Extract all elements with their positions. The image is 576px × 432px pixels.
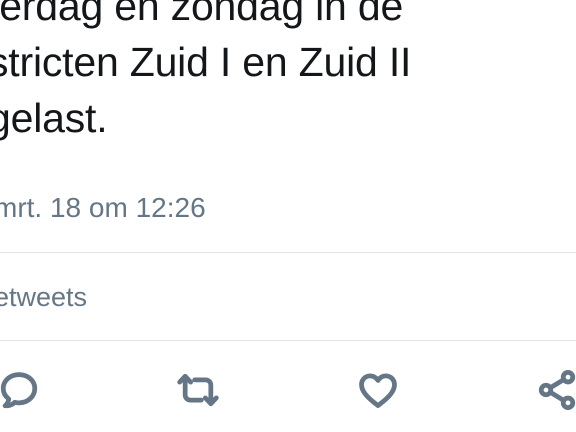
share-icon (538, 370, 576, 410)
heart-icon (359, 373, 397, 408)
tweet-timestamp: mrt. 18 om 12:26 (0, 192, 206, 223)
tweet-text: terdag en zondag in de stricten Zuid I e… (0, 0, 576, 146)
reply-icon (0, 372, 38, 409)
divider (0, 252, 576, 253)
divider (0, 340, 576, 341)
retweet-icon (177, 373, 219, 407)
like-button[interactable] (353, 365, 403, 415)
tweet-text-line: stricten Zuid I en Zuid II (0, 39, 412, 85)
retweets-stat-link[interactable]: etweets (0, 279, 87, 315)
tweet-action-bar (0, 365, 576, 415)
tweet-text-line: terdag en zondag in de (0, 0, 404, 29)
reply-button[interactable] (0, 365, 44, 415)
share-button[interactable] (532, 365, 576, 415)
tweet-text-line: gelast. (0, 95, 108, 141)
retweet-button[interactable] (173, 365, 223, 415)
